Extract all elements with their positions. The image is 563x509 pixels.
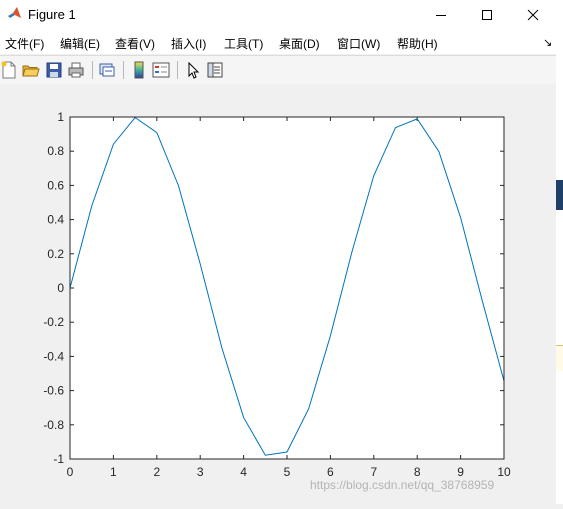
print-icon[interactable] bbox=[67, 61, 85, 79]
property-inspector-icon[interactable] bbox=[206, 61, 224, 79]
figure-canvas: 0 1 2 3 4 5 6 7 8 9 10 -1 -0.8 -0.6 -0.4 -0.2 0 0.2 0.4 0.6… bbox=[0, 84, 556, 504]
menu-edit[interactable]: 编辑(E) bbox=[60, 35, 100, 52]
watermark: https://blog.csdn.net/qq_38768959 bbox=[310, 478, 495, 492]
x-tick-label: 6 bbox=[327, 465, 334, 479]
new-figure-icon[interactable] bbox=[0, 61, 18, 79]
menu-view[interactable]: 查看(V) bbox=[115, 35, 155, 52]
y-tick-label: 0.6 bbox=[47, 178, 64, 192]
x-tick-label: 0 bbox=[67, 465, 74, 479]
open-file-icon[interactable] bbox=[22, 61, 40, 79]
y-tick-label: -0.6 bbox=[43, 384, 64, 398]
close-button[interactable] bbox=[510, 0, 556, 30]
axes-background bbox=[70, 117, 504, 459]
menu-desktop[interactable]: 桌面(D) bbox=[279, 35, 320, 52]
menu-help[interactable]: 帮助(H) bbox=[397, 35, 438, 52]
x-tick-label: 1 bbox=[110, 465, 117, 479]
menu-bar: 文件(F) 编辑(E) 查看(V) 插入(I) 工具(T) 桌面(D) 窗口(W… bbox=[0, 30, 556, 54]
x-tick-label: 9 bbox=[457, 465, 464, 479]
y-tick-label: 1 bbox=[57, 110, 64, 124]
x-tick-label: 3 bbox=[197, 465, 204, 479]
minimize-icon bbox=[436, 15, 446, 16]
x-tick-label: 5 bbox=[284, 465, 291, 479]
toolbar-separator bbox=[123, 61, 124, 79]
background-window-edge bbox=[556, 0, 563, 504]
save-icon[interactable] bbox=[45, 61, 63, 79]
figure-toolbar bbox=[0, 55, 556, 85]
y-tick-label: 0.2 bbox=[47, 247, 64, 261]
y-tick-label: -0.4 bbox=[43, 349, 64, 363]
x-tick-label: 7 bbox=[370, 465, 377, 479]
x-tick-label: 2 bbox=[153, 465, 160, 479]
toolbar-separator bbox=[92, 61, 93, 79]
x-tick-label: 4 bbox=[240, 465, 247, 479]
edit-plot-pointer-icon[interactable] bbox=[184, 61, 202, 79]
link-plot-icon[interactable] bbox=[98, 61, 116, 79]
background-window-edge bbox=[556, 180, 563, 210]
x-tick-label: 8 bbox=[414, 465, 421, 479]
y-tick-label: 0 bbox=[57, 281, 64, 295]
menu-file[interactable]: 文件(F) bbox=[5, 35, 44, 52]
maximize-button[interactable] bbox=[464, 0, 510, 30]
insert-colorbar-icon[interactable] bbox=[130, 61, 148, 79]
y-tick-label: 0.4 bbox=[47, 213, 64, 227]
menu-insert[interactable]: 插入(I) bbox=[171, 35, 206, 52]
y-tick-label: -0.8 bbox=[43, 418, 64, 432]
y-tick-label: 0.8 bbox=[47, 144, 64, 158]
toolbar-separator bbox=[177, 61, 178, 79]
menu-overflow-arrow[interactable]: ↘ bbox=[543, 36, 552, 49]
window-title: Figure 1 bbox=[28, 7, 76, 22]
title-bar: Figure 1 bbox=[0, 0, 556, 30]
insert-legend-icon[interactable] bbox=[152, 61, 170, 79]
background-window-edge bbox=[556, 345, 563, 371]
figure-window: Figure 1 文件(F) 编辑(E) 查看(V) 插入(I) 工具(T) 桌… bbox=[0, 0, 556, 504]
x-tick-label: 10 bbox=[497, 465, 511, 479]
menu-tools[interactable]: 工具(T) bbox=[224, 35, 263, 52]
minimize-button[interactable] bbox=[418, 0, 464, 30]
maximize-icon bbox=[482, 10, 492, 20]
menu-window[interactable]: 窗口(W) bbox=[337, 35, 380, 52]
y-tick-label: -0.2 bbox=[43, 315, 64, 329]
matlab-logo-icon bbox=[7, 6, 23, 22]
close-icon bbox=[527, 9, 539, 21]
plot-axes[interactable]: 0 1 2 3 4 5 6 7 8 9 10 -1 -0.8 -0.6 -0.4 -0.2 0 0.2 0.4 0.6… bbox=[0, 84, 556, 504]
y-tick-label: -1 bbox=[53, 452, 64, 466]
